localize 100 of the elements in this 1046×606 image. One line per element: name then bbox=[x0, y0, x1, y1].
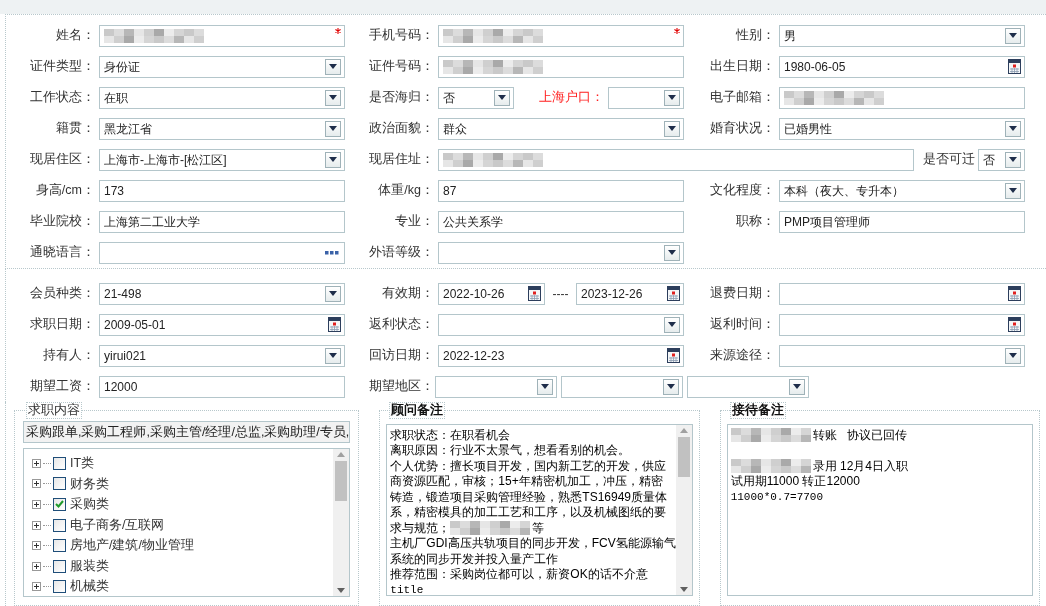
dropdown-button[interactable] bbox=[663, 378, 679, 395]
select-field[interactable]: 身份证 bbox=[99, 55, 345, 78]
expand-icon[interactable] bbox=[32, 479, 41, 489]
dropdown-button[interactable] bbox=[664, 316, 680, 333]
select-field[interactable] bbox=[435, 375, 557, 398]
expand-icon[interactable] bbox=[32, 520, 41, 530]
dropdown-button[interactable] bbox=[325, 89, 341, 106]
dropdown-button[interactable] bbox=[325, 120, 341, 137]
dropdown-button[interactable] bbox=[1005, 120, 1021, 137]
scroll-down-icon[interactable] bbox=[337, 588, 346, 593]
select-field[interactable]: 在职 bbox=[99, 86, 345, 109]
scroll-down-icon[interactable] bbox=[679, 587, 688, 592]
input-field[interactable] bbox=[99, 241, 345, 264]
calendar-icon[interactable] bbox=[1008, 59, 1021, 74]
date-field[interactable] bbox=[779, 282, 1025, 305]
tree-item-label[interactable]: IT类 bbox=[70, 453, 95, 473]
date-field[interactable] bbox=[779, 313, 1025, 336]
date-field[interactable]: 1980-06-05 bbox=[779, 55, 1025, 78]
input-field[interactable]: PMP项目管理师 bbox=[779, 210, 1025, 233]
dropdown-button[interactable] bbox=[1005, 151, 1021, 168]
input-field[interactable]: 上海第二工业大学 bbox=[99, 210, 345, 233]
checkbox[interactable] bbox=[53, 498, 66, 511]
tree-item-label[interactable]: 机械类 bbox=[70, 577, 109, 597]
dropdown-button[interactable] bbox=[1005, 182, 1021, 199]
input-field[interactable]: 87 bbox=[438, 179, 684, 202]
dropdown-button[interactable] bbox=[1005, 347, 1021, 364]
calendar-icon[interactable] bbox=[667, 348, 680, 363]
field-label: 籍贯： bbox=[56, 120, 95, 138]
select-field[interactable] bbox=[438, 313, 684, 336]
expand-icon[interactable] bbox=[32, 582, 41, 592]
select-field[interactable]: 男 bbox=[779, 24, 1025, 47]
checkbox[interactable] bbox=[53, 580, 66, 594]
date-field[interactable]: 2023-12-26 bbox=[576, 282, 684, 305]
calendar-icon[interactable] bbox=[1008, 317, 1021, 332]
notes-area[interactable]: 转账 协议已回传 录用 12月4日入职 试用期11000 转正12000 11000*0.7=7700 bbox=[726, 424, 1033, 596]
dropdown-button[interactable] bbox=[494, 89, 510, 106]
select-field[interactable]: 否 bbox=[438, 86, 514, 109]
dropdown-button[interactable] bbox=[664, 89, 680, 106]
field-label: 持有人： bbox=[43, 347, 95, 365]
calendar-icon[interactable] bbox=[528, 286, 541, 301]
checkbox[interactable] bbox=[53, 477, 66, 491]
select-field[interactable]: 否 bbox=[978, 148, 1025, 171]
field-label: 是否可迁 bbox=[923, 151, 975, 169]
calendar-icon[interactable] bbox=[1008, 286, 1021, 301]
select-field[interactable]: 本科（夜大、专升本） bbox=[779, 179, 1025, 202]
checkbox[interactable] bbox=[53, 518, 66, 532]
date-field[interactable]: 2009-05-01 bbox=[99, 313, 345, 336]
tree-item-label[interactable]: 房地产/建筑/物业管理 bbox=[70, 536, 194, 556]
dropdown-button[interactable] bbox=[325, 285, 341, 302]
more-icon[interactable] bbox=[325, 250, 339, 255]
input-field[interactable] bbox=[438, 148, 914, 171]
select-field[interactable]: 21-498 bbox=[99, 282, 345, 305]
calendar-icon[interactable] bbox=[667, 286, 680, 301]
field-value: 21-498 bbox=[103, 285, 143, 303]
input-field[interactable]: 12000 bbox=[99, 375, 345, 398]
field-value: 黑龙江省 bbox=[103, 120, 153, 138]
checkbox[interactable] bbox=[53, 539, 66, 553]
tree-item-label[interactable]: 服装类 bbox=[70, 556, 109, 576]
checkbox[interactable] bbox=[53, 559, 66, 573]
input-field[interactable]: 公共关系学 bbox=[438, 210, 684, 233]
select-field[interactable] bbox=[779, 344, 1025, 367]
dropdown-button[interactable] bbox=[325, 347, 341, 364]
dropdown-button[interactable] bbox=[789, 378, 805, 395]
input-field[interactable] bbox=[779, 86, 1025, 109]
scroll-thumb[interactable] bbox=[677, 437, 690, 477]
select-field[interactable]: 上海市-上海市-[松江区] bbox=[99, 148, 345, 171]
expand-icon[interactable] bbox=[32, 458, 41, 468]
select-field[interactable]: 已婚男性 bbox=[779, 117, 1025, 140]
select-field[interactable] bbox=[438, 241, 684, 264]
calendar-icon[interactable] bbox=[328, 317, 341, 332]
scrollbar[interactable] bbox=[675, 425, 692, 595]
select-field[interactable] bbox=[608, 86, 684, 109]
dropdown-button[interactable] bbox=[1005, 27, 1021, 44]
dropdown-button[interactable] bbox=[664, 120, 680, 137]
select-field[interactable] bbox=[561, 375, 683, 398]
expand-icon[interactable] bbox=[32, 561, 41, 571]
dropdown-button[interactable] bbox=[325, 58, 341, 75]
select-field[interactable] bbox=[687, 375, 809, 398]
notes-area[interactable] bbox=[386, 424, 693, 596]
date-field[interactable]: 2022-10-26 bbox=[438, 282, 545, 305]
expand-icon[interactable] bbox=[32, 500, 41, 509]
dropdown-button[interactable] bbox=[664, 244, 680, 261]
input-field[interactable]: 173 bbox=[99, 179, 345, 202]
select-field[interactable]: 黑龙江省 bbox=[99, 117, 345, 140]
input-field[interactable] bbox=[438, 24, 684, 47]
scrollbar[interactable] bbox=[333, 449, 350, 596]
summary-field[interactable]: 采购跟单,采购工程师,采购主管/经理/总监,采购助理/专员, bbox=[23, 421, 351, 443]
date-field[interactable]: 2022-12-23 bbox=[438, 344, 684, 367]
tree-item-label[interactable]: 财务类 bbox=[70, 474, 109, 494]
dropdown-button[interactable] bbox=[325, 151, 341, 168]
dropdown-button[interactable] bbox=[537, 378, 553, 395]
expand-icon[interactable] bbox=[32, 541, 41, 551]
select-field[interactable]: 群众 bbox=[438, 117, 684, 140]
tree-item-label[interactable]: 采购类 bbox=[70, 495, 109, 514]
scroll-thumb[interactable] bbox=[335, 461, 348, 501]
input-field[interactable] bbox=[99, 24, 345, 47]
input-field[interactable] bbox=[438, 55, 684, 78]
checkbox[interactable] bbox=[53, 456, 66, 470]
tree-item-label[interactable]: 电子商务/互联网 bbox=[70, 515, 165, 535]
select-field[interactable]: yirui021 bbox=[99, 344, 345, 367]
